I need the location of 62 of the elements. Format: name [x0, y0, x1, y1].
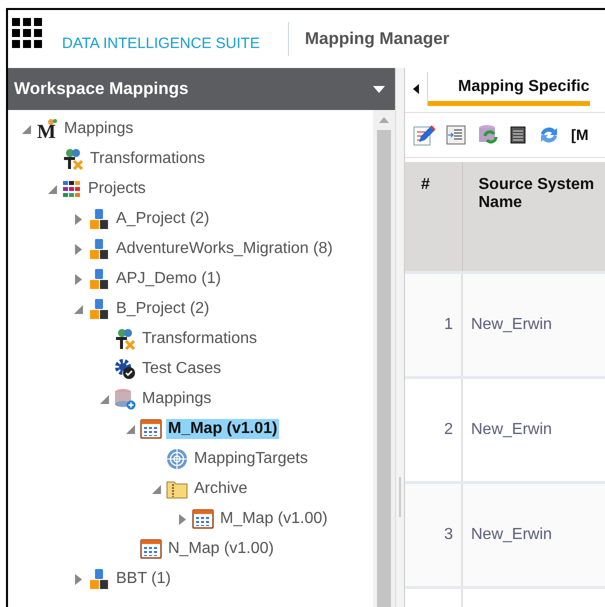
collapsed-arrow-icon[interactable]: [74, 574, 82, 584]
tree-item[interactable]: Mappings: [62, 119, 136, 139]
tree-item[interactable]: Mappings: [140, 389, 214, 409]
tree-item[interactable]: AdventureWorks_Migration (8): [114, 239, 335, 259]
column-header[interactable]: Source System Name: [462, 162, 605, 272]
tree-item[interactable]: B_Project (2): [114, 299, 212, 319]
tree-item[interactable]: Test Cases: [140, 359, 224, 379]
tree-item[interactable]: A_Project (2): [114, 209, 212, 229]
tree-item[interactable]: M_Map (v1.01): [166, 419, 280, 439]
tree-item[interactable]: BBT (1): [114, 569, 173, 589]
edit-pencil-icon[interactable]: [413, 124, 435, 146]
scroll-left-icon[interactable]: [413, 84, 419, 94]
suite-title: DATA INTELLIGENCE SUITE: [62, 34, 260, 52]
app-grid-icon[interactable]: [12, 18, 42, 48]
scrollbar[interactable]: [373, 110, 395, 607]
tree-item[interactable]: APJ_Demo (1): [114, 269, 223, 289]
tree-item[interactable]: N_Map (v1.00): [166, 539, 276, 559]
collapsed-arrow-icon[interactable]: [74, 214, 82, 224]
module-title: Mapping Manager: [304, 29, 450, 49]
collapsed-arrow-icon[interactable]: [74, 274, 82, 284]
expanded-arrow-icon[interactable]: [48, 184, 56, 194]
project-blocks-icon: [88, 238, 110, 260]
scroll-up-icon[interactable]: [379, 116, 389, 124]
project-blocks-icon: [88, 568, 110, 590]
collapsed-arrow-icon[interactable]: [74, 244, 82, 254]
table-grid-icon: [140, 418, 162, 440]
project-blocks-icon: [88, 298, 110, 320]
expanded-arrow-icon[interactable]: [152, 484, 160, 494]
expanded-arrow-icon[interactable]: [126, 424, 134, 434]
scrollbar-thumb[interactable]: [377, 130, 391, 607]
database-plus-icon: [114, 388, 136, 410]
tree-item[interactable]: Transformations: [140, 329, 259, 349]
expanded-arrow-icon[interactable]: [74, 304, 82, 314]
table-cell: New_Erwin: [462, 482, 605, 588]
panel-title: Workspace Mappings: [14, 79, 188, 99]
collapsed-arrow-icon[interactable]: [178, 514, 186, 524]
tree-item[interactable]: Archive: [192, 479, 250, 499]
tree-item[interactable]: MappingTargets: [192, 449, 310, 469]
table-grid-icon: [192, 508, 214, 530]
tab[interactable]: Mapping Specific: [428, 68, 590, 106]
project-blocks-icon: [88, 268, 110, 290]
tree-item[interactable]: Transformations: [88, 149, 207, 169]
tree-item[interactable]: Projects: [86, 179, 148, 199]
transformations-icon: [114, 328, 136, 350]
toolbar-text: [M: [571, 126, 588, 144]
table-grid-icon: [140, 538, 162, 560]
tree-item[interactable]: M_Map (v1.00): [218, 509, 330, 529]
table-cell: 1: [405, 272, 462, 378]
dropdown-caret-icon[interactable]: [373, 86, 385, 92]
colored-grid-icon: [62, 179, 82, 199]
expanded-arrow-icon[interactable]: [22, 124, 30, 134]
list-icon[interactable]: [509, 125, 527, 145]
table-cell: New_Erwin: [462, 272, 605, 378]
gear-check-icon: [114, 358, 136, 380]
project-blocks-icon: [88, 208, 110, 230]
expanded-arrow-icon[interactable]: [100, 394, 108, 404]
database-sync-icon[interactable]: [477, 124, 499, 146]
target-icon: [166, 448, 188, 470]
table-cell: 3: [405, 482, 462, 588]
import-document-icon[interactable]: [445, 124, 467, 146]
transformations-icon: [62, 148, 84, 170]
column-header[interactable]: #: [405, 162, 462, 272]
